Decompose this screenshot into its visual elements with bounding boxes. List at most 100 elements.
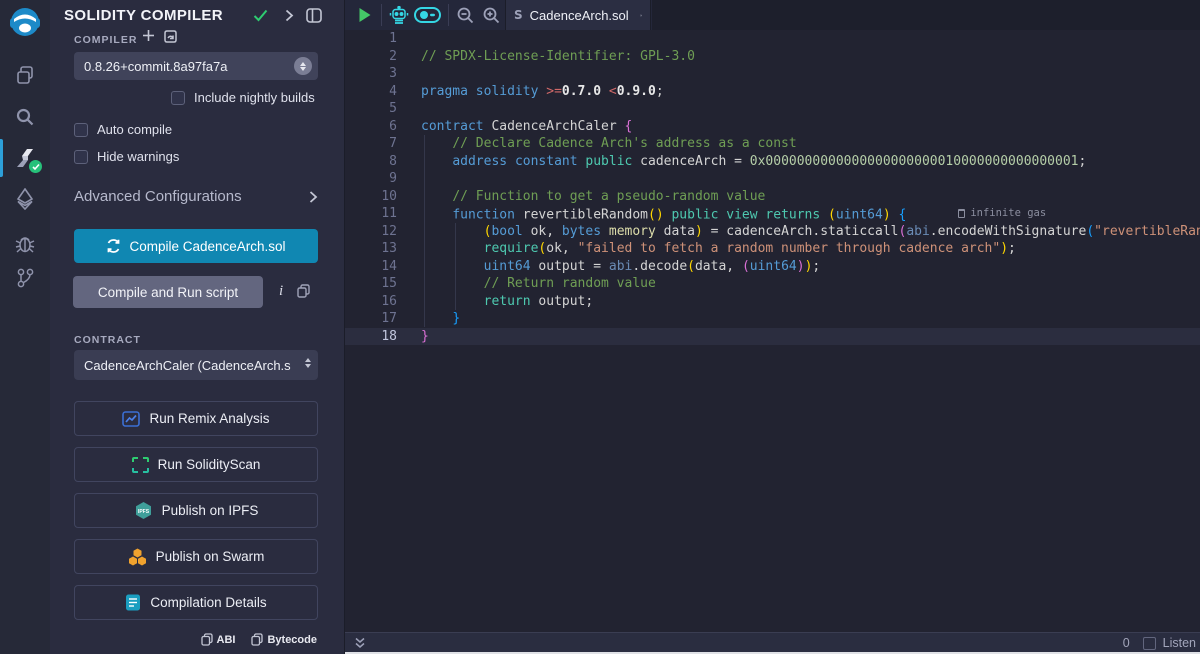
run-script-play-icon[interactable]	[353, 0, 377, 30]
icon-rail	[0, 0, 50, 654]
include-nightly-checkbox[interactable]	[171, 91, 185, 105]
code-line-8[interactable]: 8 address constant public cadenceArch = …	[345, 153, 1200, 171]
git-icon[interactable]	[0, 261, 50, 295]
scan-icon	[132, 457, 149, 473]
line-number: 13	[345, 240, 414, 258]
debugger-icon[interactable]	[0, 226, 50, 260]
hide-warnings-checkbox[interactable]	[74, 150, 88, 164]
line-number: 10	[345, 188, 414, 206]
advanced-configurations-toggle[interactable]: Advanced Configurations	[74, 188, 318, 205]
compilation-details-label: Compilation Details	[150, 595, 266, 610]
info-icon[interactable]: i	[279, 283, 283, 300]
ai-robot-icon[interactable]	[386, 0, 412, 30]
publish-swarm-button[interactable]: Publish on Swarm	[74, 539, 318, 574]
copy-icon[interactable]	[297, 284, 310, 303]
remix-ide-window: SOLIDITY COMPILER COMPILER 0.8.26+commit…	[0, 0, 1200, 654]
editor-toolbar: S CadenceArch.sol	[345, 0, 1200, 30]
copy-bytecode-button[interactable]: Bytecode	[251, 633, 317, 646]
compile-button[interactable]: Compile CadenceArch.sol	[74, 229, 318, 263]
line-number: 16	[345, 293, 414, 311]
run-solidityscan-button[interactable]: Run SolidityScan	[74, 447, 318, 482]
code-line-2[interactable]: 2// SPDX-License-Identifier: GPL-3.0	[345, 48, 1200, 66]
code-lines: 12// SPDX-License-Identifier: GPL-3.034p…	[345, 30, 1200, 345]
compilation-details-button[interactable]: Compilation Details	[74, 585, 318, 620]
listen-count: 0	[1123, 636, 1130, 650]
line-number: 7	[345, 135, 414, 153]
chevron-right-icon[interactable]	[285, 9, 294, 27]
line-number: 18	[345, 328, 414, 346]
run-remix-analysis-button[interactable]: Run Remix Analysis	[74, 401, 318, 436]
search-icon[interactable]	[0, 100, 50, 134]
code-line-6[interactable]: 6contract CadenceArchCaler {	[345, 118, 1200, 136]
publish-swarm-label: Publish on Swarm	[156, 549, 265, 564]
advanced-configurations-label: Advanced Configurations	[74, 188, 242, 205]
code-line-10[interactable]: 10 // Function to get a pseudo-random va…	[345, 188, 1200, 206]
solidity-compiler-panel: SOLIDITY COMPILER COMPILER 0.8.26+commit…	[50, 0, 345, 654]
code-editor[interactable]: 12// SPDX-License-Identifier: GPL-3.034p…	[345, 30, 1200, 632]
publish-ipfs-button[interactable]: IPFS Publish on IPFS	[74, 493, 318, 528]
split-panel-icon[interactable]	[306, 8, 322, 28]
panel-title: SOLIDITY COMPILER	[64, 7, 223, 24]
copy-icon	[251, 633, 263, 646]
code-line-16[interactable]: 16 return output;	[345, 293, 1200, 311]
contract-section-label: CONTRACT	[74, 334, 141, 346]
zoom-in-icon[interactable]	[478, 0, 504, 30]
auto-compile-label: Auto compile	[97, 122, 172, 137]
swarm-hexagons-icon	[128, 548, 147, 566]
deploy-run-icon[interactable]	[0, 182, 50, 216]
code-line-15[interactable]: 15 // Return random value	[345, 275, 1200, 293]
document-icon	[125, 594, 141, 611]
remix-logo[interactable]	[0, 5, 50, 39]
gas-document-icon	[958, 209, 965, 218]
line-number: 5	[345, 100, 414, 118]
copy-icon	[201, 633, 213, 646]
listen-checkbox[interactable]	[1143, 637, 1156, 650]
include-nightly-label: Include nightly builds	[194, 90, 315, 105]
double-chevron-down-icon[interactable]	[350, 633, 370, 653]
line-number: 3	[345, 65, 414, 83]
listen-label: Listen	[1163, 636, 1196, 650]
code-line-9[interactable]: 9	[345, 170, 1200, 188]
compiler-section-label: COMPILER	[74, 34, 137, 46]
code-line-3[interactable]: 3	[345, 65, 1200, 83]
ai-copilot-toggle[interactable]	[411, 0, 443, 30]
terminal-bar: 0 Listen	[345, 632, 1200, 652]
line-number: 15	[345, 275, 414, 293]
auto-compile-checkbox[interactable]	[74, 123, 88, 137]
tab-cadencearch-sol[interactable]: S CadenceArch.sol	[505, 0, 651, 30]
code-line-4[interactable]: 4pragma solidity >=0.7.0 <0.9.0;	[345, 83, 1200, 101]
contract-select-arrows-icon	[305, 358, 311, 368]
svg-text:IPFS: IPFS	[138, 509, 150, 515]
contract-select[interactable]: CadenceArchCaler (CadenceArch.s	[74, 350, 318, 380]
line-number: 8	[345, 153, 414, 171]
gas-estimate-lens: infinite gas	[958, 205, 1046, 223]
copy-abi-button[interactable]: ABI	[201, 633, 236, 646]
code-line-5[interactable]: 5	[345, 100, 1200, 118]
code-line-14[interactable]: 14 uint64 output = abi.decode(data, (uin…	[345, 258, 1200, 276]
close-icon[interactable]	[640, 10, 642, 21]
contract-select-value: CadenceArchCaler (CadenceArch.s	[84, 358, 291, 373]
abi-label: ABI	[217, 634, 236, 646]
line-number: 14	[345, 258, 414, 276]
solidity-compiler-icon[interactable]	[0, 141, 50, 175]
code-line-11[interactable]: 11 function revertibleRandom() public vi…	[345, 205, 1200, 223]
add-compiler-icon[interactable]	[142, 29, 155, 47]
code-line-13[interactable]: 13 require(ok, "failed to fetch a random…	[345, 240, 1200, 258]
line-number: 2	[345, 48, 414, 66]
compile-and-run-button[interactable]: Compile and Run script	[73, 276, 263, 308]
code-line-7[interactable]: 7 // Declare Cadence Arch's address as a…	[345, 135, 1200, 153]
code-line-18[interactable]: 18}	[345, 328, 1200, 346]
bytecode-label: Bytecode	[267, 634, 317, 646]
line-number: 12	[345, 223, 414, 241]
code-line-17[interactable]: 17 }	[345, 310, 1200, 328]
solidity-file-icon: S	[514, 8, 523, 22]
run-solidityscan-label: Run SolidityScan	[158, 457, 261, 472]
open-file-compiler-icon[interactable]	[163, 29, 178, 49]
zoom-out-icon[interactable]	[452, 0, 478, 30]
code-line-1[interactable]: 1	[345, 30, 1200, 48]
line-number: 17	[345, 310, 414, 328]
compiler-version-select[interactable]: 0.8.26+commit.8a97fa7a	[74, 52, 318, 80]
code-line-12[interactable]: 12 (bool ok, bytes memory data) = cadenc…	[345, 223, 1200, 241]
line-number: 9	[345, 170, 414, 188]
file-explorer-icon[interactable]	[0, 58, 50, 92]
